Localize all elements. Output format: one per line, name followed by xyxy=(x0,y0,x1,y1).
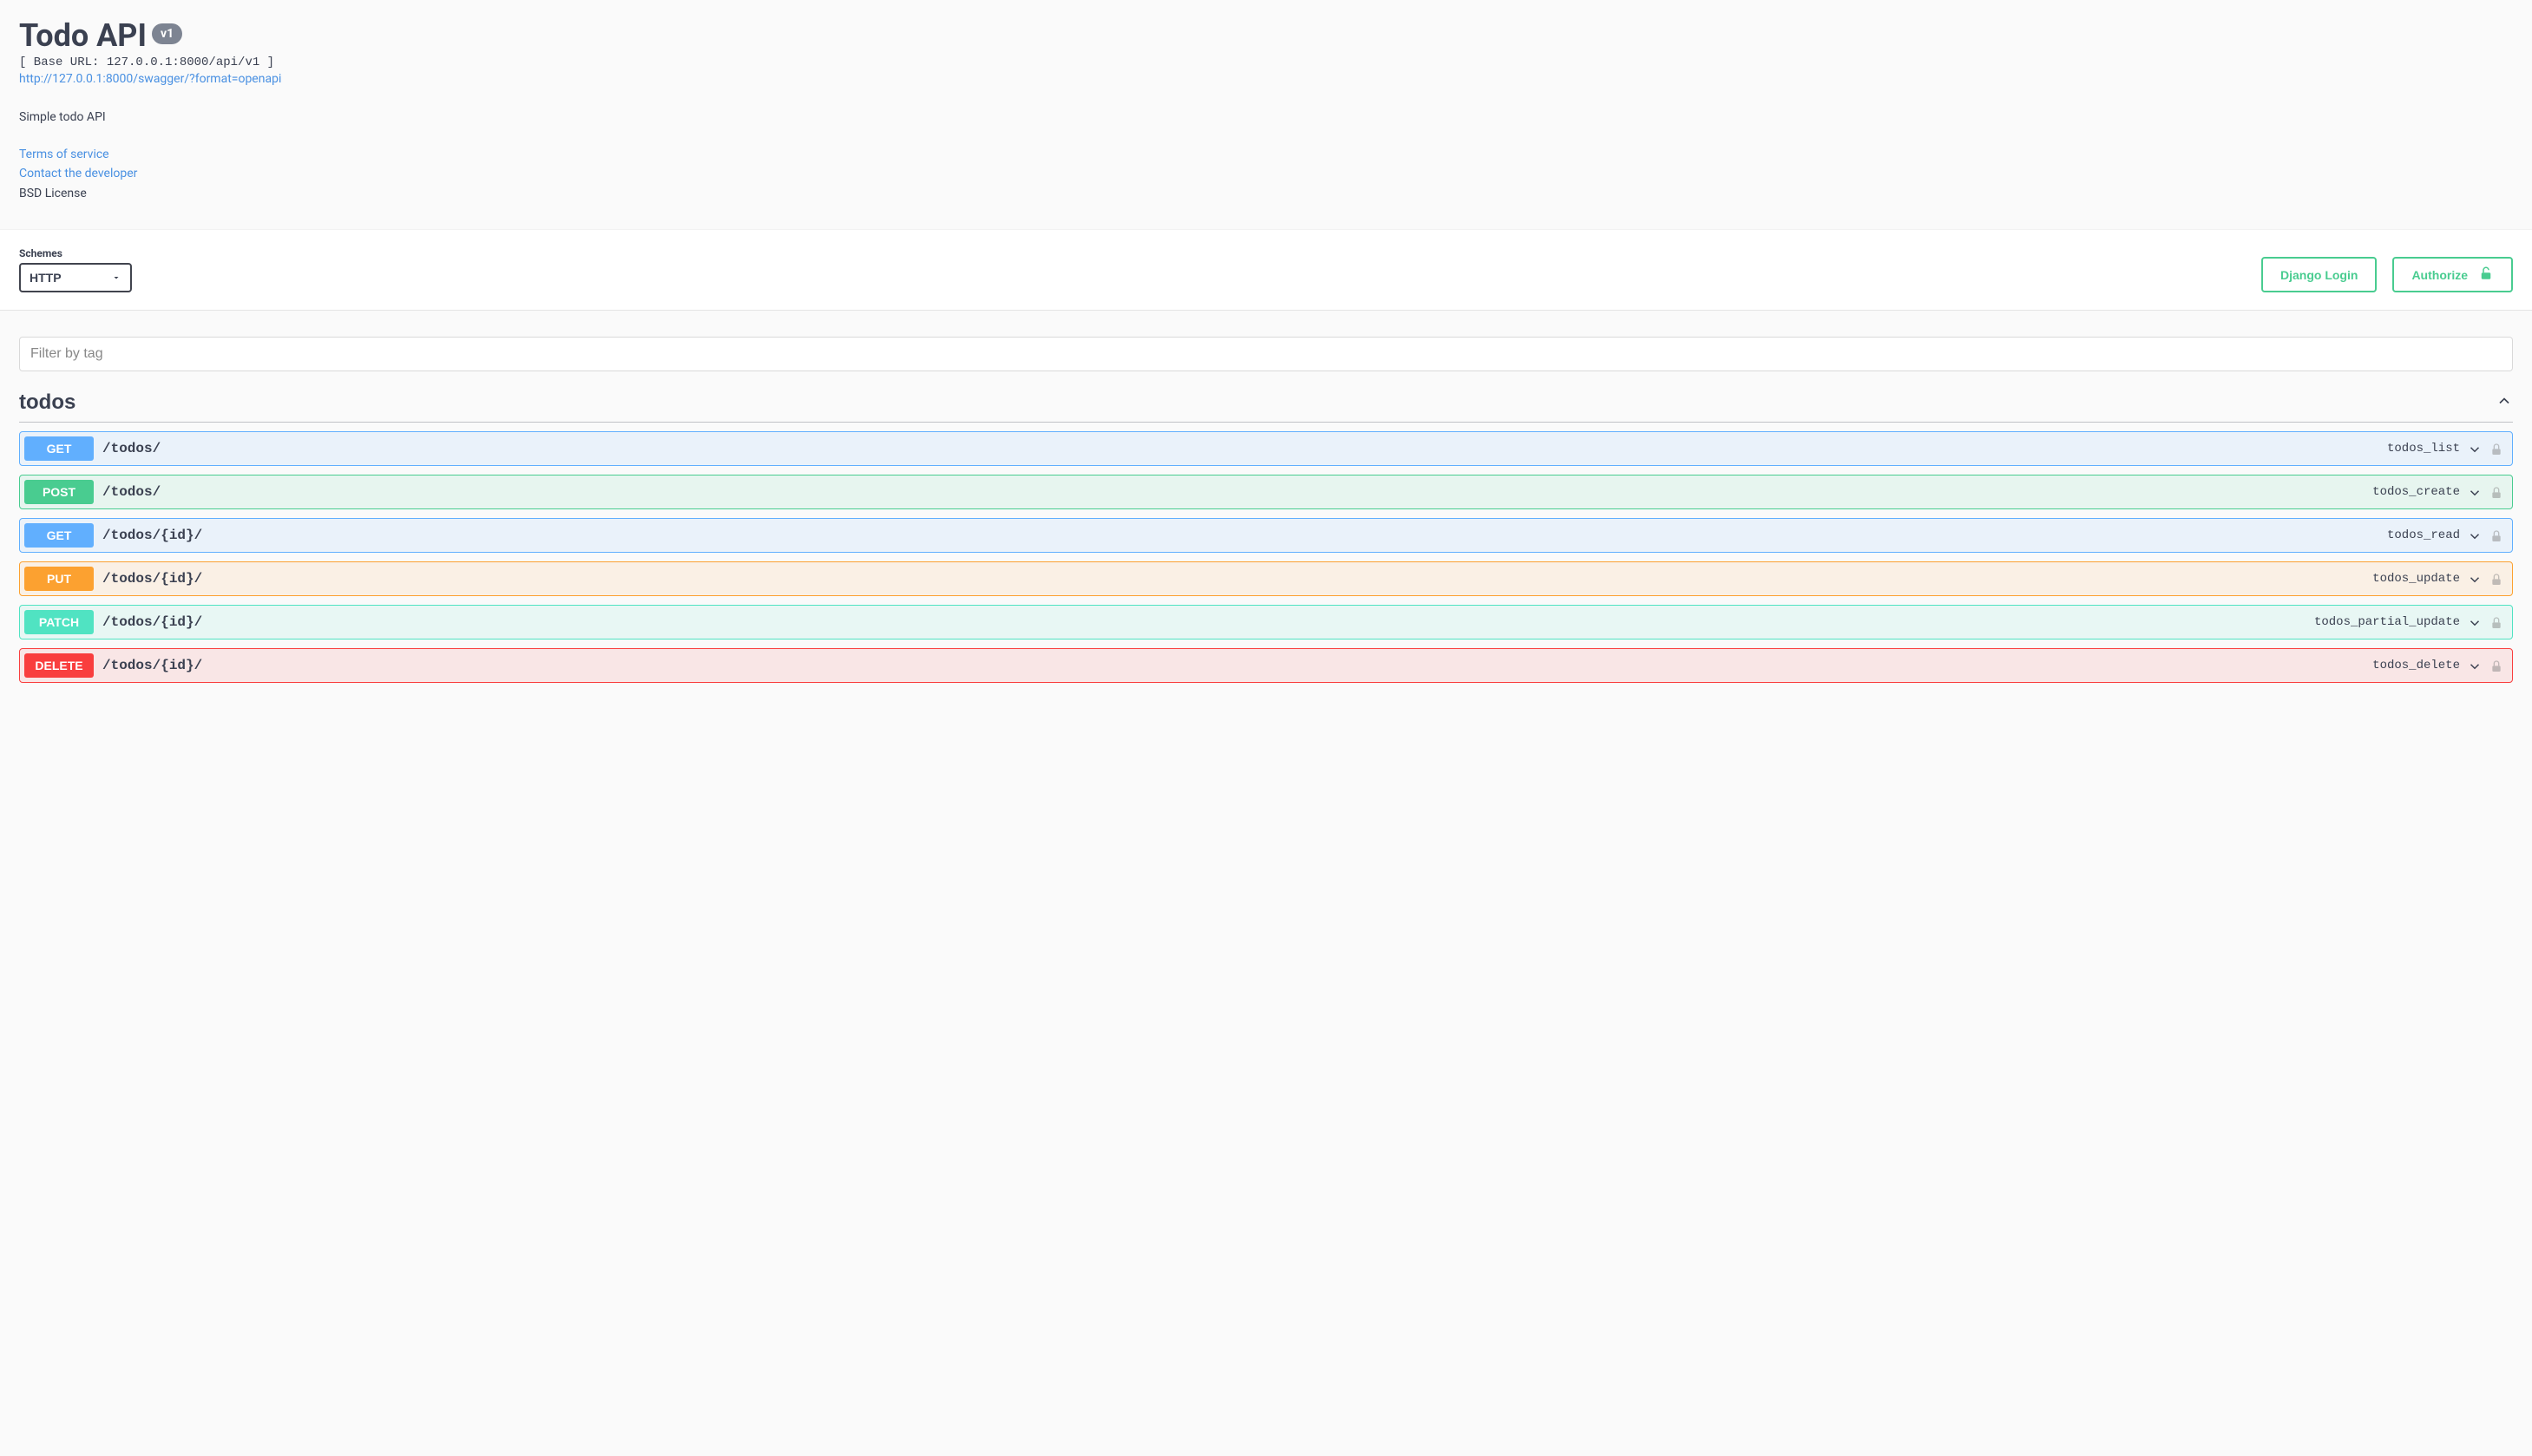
operation-path: /todos/ xyxy=(102,484,2372,500)
api-description: Simple todo API xyxy=(19,110,2513,124)
operation-row[interactable]: PATCH/todos/{id}/todos_partial_update xyxy=(19,605,2513,639)
django-login-button[interactable]: Django Login xyxy=(2261,257,2377,292)
tag-name: todos xyxy=(19,390,75,415)
spec-url-link[interactable]: http://127.0.0.1:8000/swagger/?format=op… xyxy=(19,72,281,86)
license-text: BSD License xyxy=(19,184,2513,203)
schemes-bar: Schemes HTTP Django Login Authorize xyxy=(0,229,2532,311)
lock-icon[interactable] xyxy=(2489,657,2503,674)
operation-id: todos_delete xyxy=(2372,659,2460,672)
method-badge: POST xyxy=(24,480,94,504)
chevron-down-icon xyxy=(2467,613,2483,631)
operation-row[interactable]: DELETE/todos/{id}/todos_delete xyxy=(19,648,2513,683)
chevron-down-icon xyxy=(2467,570,2483,587)
method-badge: GET xyxy=(24,436,94,461)
operation-row[interactable]: PUT/todos/{id}/todos_update xyxy=(19,561,2513,596)
operation-id: todos_partial_update xyxy=(2314,615,2460,629)
base-url: [ Base URL: 127.0.0.1:8000/api/v1 ] xyxy=(19,56,2513,69)
operation-id: todos_create xyxy=(2372,485,2460,499)
method-badge: DELETE xyxy=(24,653,94,678)
chevron-down-icon xyxy=(2467,483,2483,501)
schemes-select[interactable]: HTTP xyxy=(19,263,132,292)
info-header: Todo API v1 [ Base URL: 127.0.0.1:8000/a… xyxy=(0,0,2532,229)
version-badge: v1 xyxy=(152,23,182,44)
contact-developer-link[interactable]: Contact the developer xyxy=(19,164,2513,183)
operation-path: /todos/{id}/ xyxy=(102,528,2387,543)
tag-header-todos[interactable]: todos xyxy=(19,390,2513,423)
method-badge: PATCH xyxy=(24,610,94,634)
method-badge: GET xyxy=(24,523,94,548)
chevron-down-icon xyxy=(2467,440,2483,457)
operation-row[interactable]: GET/todos/todos_list xyxy=(19,431,2513,466)
method-badge: PUT xyxy=(24,567,94,591)
authorize-button[interactable]: Authorize xyxy=(2392,257,2513,292)
terms-of-service-link[interactable]: Terms of service xyxy=(19,145,2513,164)
authorize-label: Authorize xyxy=(2411,268,2468,282)
unlock-icon xyxy=(2478,266,2494,284)
chevron-down-icon xyxy=(2467,527,2483,544)
operation-id: todos_read xyxy=(2387,528,2460,542)
chevron-up-icon xyxy=(2496,392,2513,413)
django-login-label: Django Login xyxy=(2280,268,2358,282)
operation-path: /todos/{id}/ xyxy=(102,614,2314,630)
operation-path: /todos/{id}/ xyxy=(102,658,2372,673)
lock-icon[interactable] xyxy=(2489,483,2503,501)
operation-id: todos_list xyxy=(2387,442,2460,456)
lock-icon[interactable] xyxy=(2489,570,2503,587)
operation-id: todos_update xyxy=(2372,572,2460,586)
filter-input[interactable] xyxy=(19,337,2513,371)
schemes-label: Schemes xyxy=(19,247,132,259)
lock-icon[interactable] xyxy=(2489,613,2503,631)
lock-icon[interactable] xyxy=(2489,527,2503,544)
tag-section-todos: todos GET/todos/todos_list POST/todos/tod… xyxy=(19,390,2513,683)
lock-icon[interactable] xyxy=(2489,440,2503,457)
operation-row[interactable]: POST/todos/todos_create xyxy=(19,475,2513,509)
operation-row[interactable]: GET/todos/{id}/todos_read xyxy=(19,518,2513,553)
chevron-down-icon xyxy=(2467,657,2483,674)
api-title: Todo API xyxy=(19,17,147,54)
operation-path: /todos/ xyxy=(102,441,2387,456)
operation-path: /todos/{id}/ xyxy=(102,571,2372,587)
